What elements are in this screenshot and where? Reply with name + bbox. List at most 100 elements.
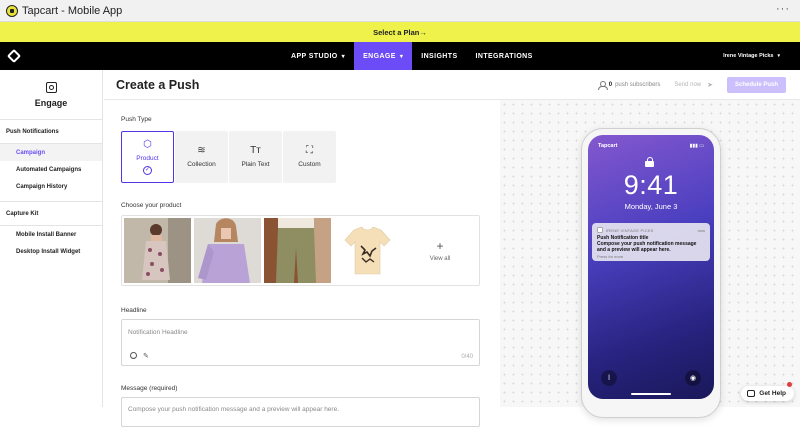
phone-preview-panel: Tapcart ▮▮▮ ▭ 9:41 Monday, June 3 IRENE … — [500, 100, 800, 418]
lock-icon — [645, 157, 654, 167]
sidebar-section-push-notifications: Push Notifications — [6, 129, 59, 135]
app-icon — [597, 227, 603, 233]
expand-icon: ⛶ — [306, 145, 313, 156]
home-indicator — [631, 393, 671, 395]
page-title: Create a Push — [116, 77, 200, 92]
product-thumbnail[interactable] — [124, 218, 191, 283]
nav-integrations-label: INTEGRATIONS — [475, 52, 533, 60]
product-photo-tshirt — [344, 226, 391, 275]
magic-wand-icon[interactable]: ✎ — [143, 352, 149, 360]
nav-app-studio-label: APP STUDIO — [291, 52, 338, 60]
message-field — [121, 397, 480, 427]
user-icon — [597, 81, 608, 90]
push-type-label: Collection — [187, 161, 216, 168]
top-navigation: APP STUDIO ▾ ENGAGE ▾ INSIGHTS INTEGRATI… — [0, 42, 800, 70]
nav-items: APP STUDIO ▾ ENGAGE ▾ INSIGHTS INTEGRATI… — [282, 42, 542, 70]
product-thumbnail[interactable] — [334, 218, 401, 283]
sidebar-item-campaign-history[interactable]: Campaign History — [0, 178, 102, 195]
subscribers-count: 0 — [608, 82, 613, 88]
notification-body: Compose your push notification message a… — [597, 241, 697, 253]
push-type-collection[interactable]: ≋ Collection — [175, 131, 228, 183]
message-input[interactable] — [128, 406, 468, 418]
push-type-custom[interactable]: ⛶ Custom — [283, 131, 336, 183]
send-icon: ➤ — [707, 82, 713, 89]
push-type-plain-text[interactable]: Tт Plain Text — [229, 131, 282, 183]
brand-logo-icon — [6, 48, 22, 64]
header-actions: 0 push subscribers Send now ➤ Schedule P… — [597, 70, 786, 100]
headline-input[interactable] — [128, 329, 428, 336]
check-circle-icon: ✓ — [143, 165, 152, 175]
sidebar-section-capture-kit: Capture Kit — [6, 211, 39, 217]
text-icon: Tт — [250, 145, 261, 156]
camera-icon: ◉ — [685, 370, 701, 386]
emoji-icon[interactable] — [130, 352, 137, 359]
nav-app-studio[interactable]: APP STUDIO ▾ — [282, 42, 354, 70]
sidebar-item-automated-campaigns[interactable]: Automated Campaigns — [0, 161, 102, 178]
sidebar-item-mobile-install-banner[interactable]: Mobile Install Banner — [0, 226, 102, 243]
lock-screen-time: 9:41 — [623, 170, 679, 200]
phone-mockup: Tapcart ▮▮▮ ▭ 9:41 Monday, June 3 IRENE … — [581, 128, 721, 418]
push-type-label: Product — [136, 154, 159, 162]
view-all-products[interactable]: + View all — [404, 218, 476, 283]
store-name: Irene Vintage Picks — [723, 53, 774, 59]
nav-engage-label: ENGAGE — [363, 52, 396, 60]
notification-more: Press for more — [597, 254, 624, 259]
carrier-label: Tapcart — [598, 143, 618, 149]
nav-insights-label: INSIGHTS — [421, 52, 458, 60]
product-picker: + View all — [121, 215, 480, 286]
notification-header: IRENE VINTAGE PICKS now — [597, 227, 705, 233]
notification-time: now — [697, 227, 705, 233]
more-options-icon[interactable]: ··· — [776, 3, 790, 15]
lock-screen: Tapcart ▮▮▮ ▭ 9:41 Monday, June 3 IRENE … — [588, 135, 714, 399]
message-label: Message (required) — [121, 385, 178, 392]
sidebar-item-desktop-install-widget[interactable]: Desktop Install Widget — [0, 243, 102, 260]
chat-icon — [747, 390, 756, 397]
window-titlebar: Tapcart - Mobile App ··· — [0, 0, 800, 22]
schedule-push-button[interactable]: Schedule Push — [726, 77, 786, 93]
choose-product-label: Choose your product — [121, 202, 182, 209]
layers-icon: ≋ — [197, 145, 206, 156]
plus-icon: + — [436, 238, 444, 253]
product-photo-olive-pants — [264, 218, 331, 283]
store-selector[interactable]: Irene Vintage Picks ▾ — [723, 42, 780, 70]
select-plan-banner[interactable]: Select a Plan→ — [0, 22, 800, 42]
sidebar-header: Engage — [0, 70, 102, 120]
push-type-label: Plain Text — [241, 161, 270, 168]
send-now-button[interactable]: Send now — [674, 82, 701, 88]
window-title: Tapcart - Mobile App — [22, 4, 123, 17]
notification-preview: IRENE VINTAGE PICKS now Push Notificatio… — [592, 223, 710, 261]
headline-field: ✎ 0/40 — [121, 319, 480, 366]
nav-engage[interactable]: ENGAGE ▾ — [354, 42, 413, 70]
subscribers-label: push subscribers — [615, 82, 661, 88]
get-help-label: Get Help — [759, 390, 786, 397]
sidebar-item-campaign[interactable]: Campaign — [0, 144, 102, 161]
brand-logo[interactable] — [0, 42, 28, 70]
push-type-options: ⬡ Product ✓ ≋ Collection Tт Plain Text ⛶… — [121, 131, 480, 183]
page-header: Create a Push 0 push subscribers Send no… — [104, 70, 800, 100]
push-type-product[interactable]: ⬡ Product ✓ — [121, 131, 174, 183]
main-content: Create a Push 0 push subscribers Send no… — [104, 70, 800, 427]
chevron-down-icon: ▾ — [399, 53, 404, 60]
notification-store: IRENE VINTAGE PICKS — [606, 227, 654, 233]
nav-insights[interactable]: INSIGHTS — [412, 42, 466, 70]
engage-icon — [45, 81, 57, 93]
get-help-button[interactable]: Get Help — [741, 382, 794, 401]
push-type-label: Push Type — [121, 116, 152, 123]
push-form: Push Type ⬡ Product ✓ ≋ Collection Tт Pl… — [121, 116, 480, 427]
tapcart-logo-icon — [6, 4, 18, 17]
chevron-down-icon: ▾ — [341, 53, 346, 60]
nav-integrations[interactable]: INTEGRATIONS — [467, 42, 542, 70]
flashlight-icon: ǀ — [601, 370, 617, 386]
product-thumbnail[interactable] — [194, 218, 261, 283]
chevron-down-icon: ▾ — [777, 53, 780, 59]
product-photo-floral-dress — [124, 218, 191, 283]
push-type-label: Custom — [298, 161, 321, 168]
product-thumbnail[interactable] — [264, 218, 331, 283]
lock-screen-date: Monday, June 3 — [624, 202, 678, 211]
page-body: Engage Push Notifications Campaign Autom… — [0, 70, 800, 427]
product-photo-lilac-blouse — [194, 218, 261, 283]
view-all-label: View all — [429, 255, 451, 262]
sidebar-title: Engage — [34, 97, 68, 108]
sidebar: Engage Push Notifications Campaign Autom… — [0, 70, 103, 407]
headline-label: Headline — [121, 307, 147, 314]
